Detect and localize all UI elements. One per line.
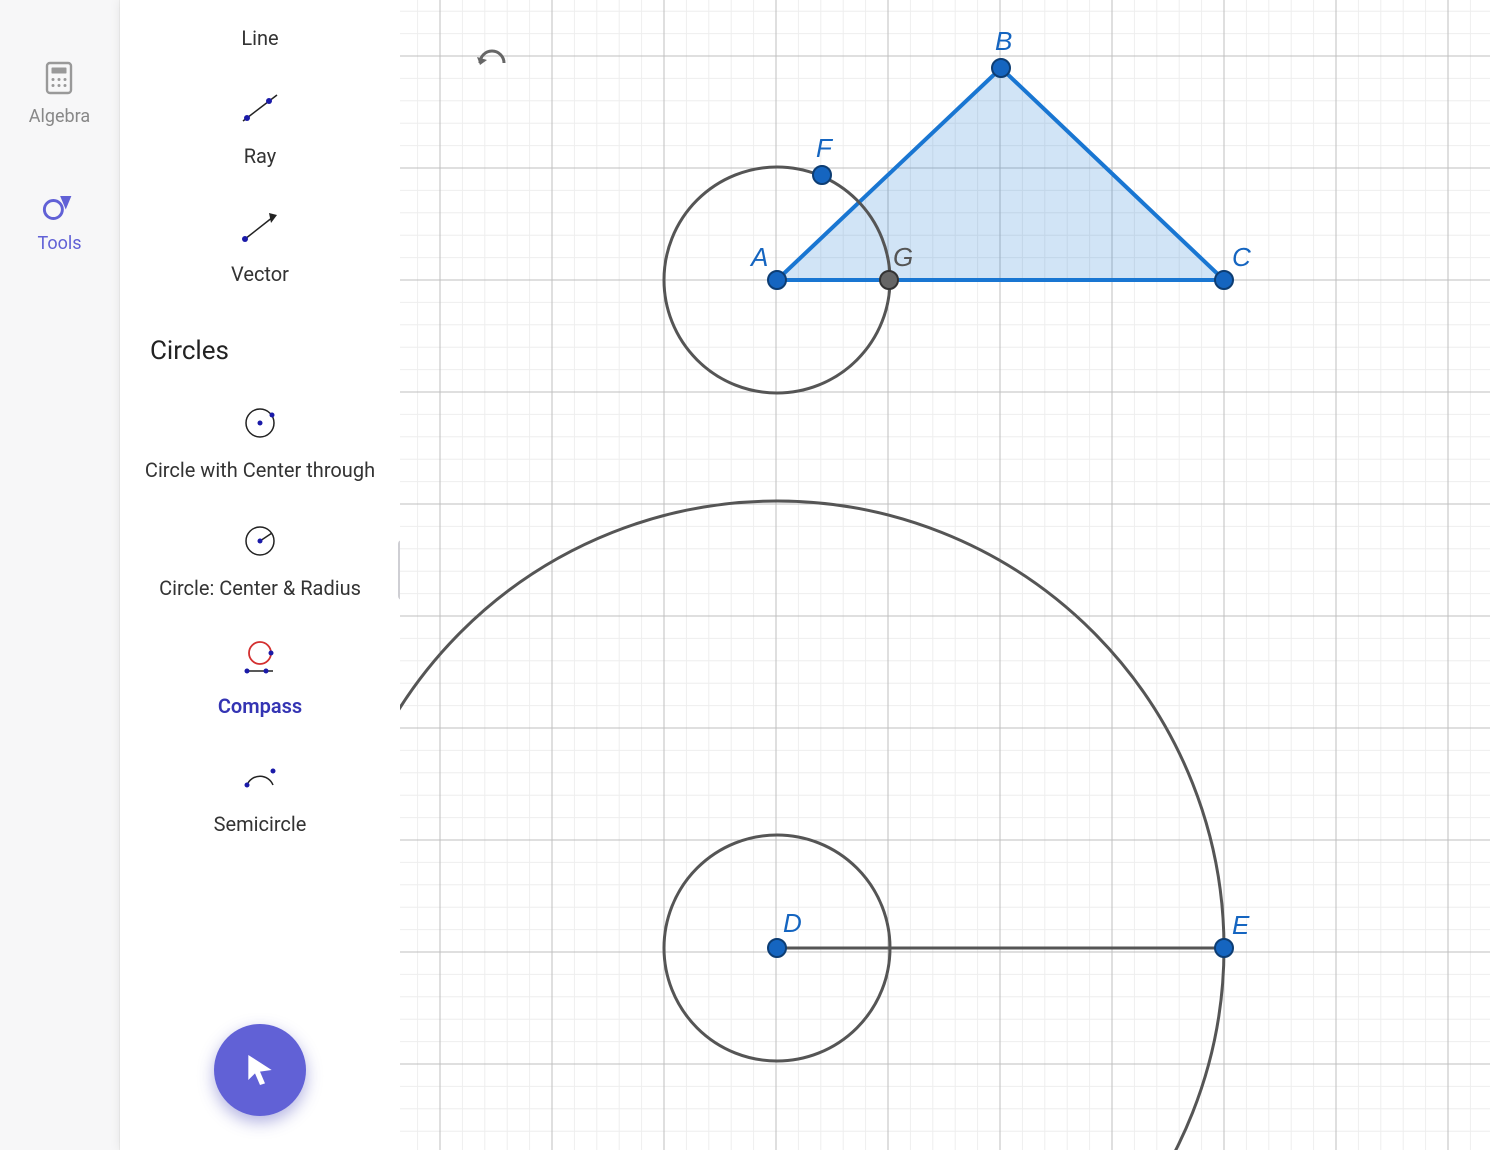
point-e[interactable]: [1215, 939, 1233, 957]
tool-vector[interactable]: Vector: [120, 198, 400, 316]
point-label-e: E: [1232, 910, 1250, 940]
point-f[interactable]: [813, 166, 831, 184]
tools-panel: Line Ray: [120, 0, 400, 1150]
tool-circle-center-through-label: Circle with Center through: [145, 458, 375, 482]
nav-algebra-label: Algebra: [29, 106, 90, 127]
nav-rail: Algebra Tools: [0, 0, 120, 1150]
point-label-f: F: [816, 133, 834, 163]
tool-semicircle-label: Semicircle: [214, 812, 307, 836]
tool-line[interactable]: Line: [120, 20, 400, 80]
nav-algebra[interactable]: Algebra: [29, 60, 90, 127]
semicircle-icon: [237, 754, 283, 800]
nav-tools-label: Tools: [37, 233, 81, 254]
tool-compass[interactable]: Compass: [120, 630, 400, 748]
geometry-canvas[interactable]: A B C D E F G: [400, 0, 1490, 1150]
tool-circle-center-radius-label: Circle: Center & Radius: [159, 576, 361, 600]
circle-center-through-icon: [237, 400, 283, 446]
ray-icon: [237, 86, 283, 132]
compass-icon: [237, 636, 283, 682]
tools-icon: [41, 187, 77, 223]
point-label-a: A: [749, 242, 768, 272]
tool-semicircle[interactable]: Semicircle: [120, 748, 400, 866]
point-c[interactable]: [1215, 271, 1233, 289]
pointer-icon: [240, 1050, 280, 1090]
point-label-g: G: [893, 242, 913, 272]
pointer-fab[interactable]: [214, 1024, 306, 1116]
undo-icon: [474, 47, 510, 77]
tool-circle-center-radius[interactable]: Circle: Center & Radius: [120, 512, 400, 630]
point-label-c: C: [1232, 242, 1251, 272]
circles-category-header: Circles: [120, 316, 400, 394]
point-g[interactable]: [880, 271, 898, 289]
point-label-d: D: [783, 908, 802, 938]
point-d[interactable]: [768, 939, 786, 957]
circle-center-radius-icon: [237, 518, 283, 564]
tool-ray[interactable]: Ray: [120, 80, 400, 198]
tool-ray-label: Ray: [244, 144, 277, 168]
point-b[interactable]: [992, 59, 1010, 77]
undo-button[interactable]: [470, 40, 514, 84]
calculator-icon: [41, 60, 77, 96]
point-a[interactable]: [768, 271, 786, 289]
nav-tools[interactable]: Tools: [37, 187, 81, 254]
tool-line-label: Line: [241, 26, 278, 50]
point-label-b: B: [995, 26, 1012, 56]
tool-circle-center-through[interactable]: Circle with Center through: [120, 394, 400, 512]
vector-icon: [237, 204, 283, 250]
circle-c3[interactable]: [400, 501, 1224, 1150]
tool-compass-label: Compass: [218, 694, 302, 718]
tool-vector-label: Vector: [231, 262, 289, 286]
